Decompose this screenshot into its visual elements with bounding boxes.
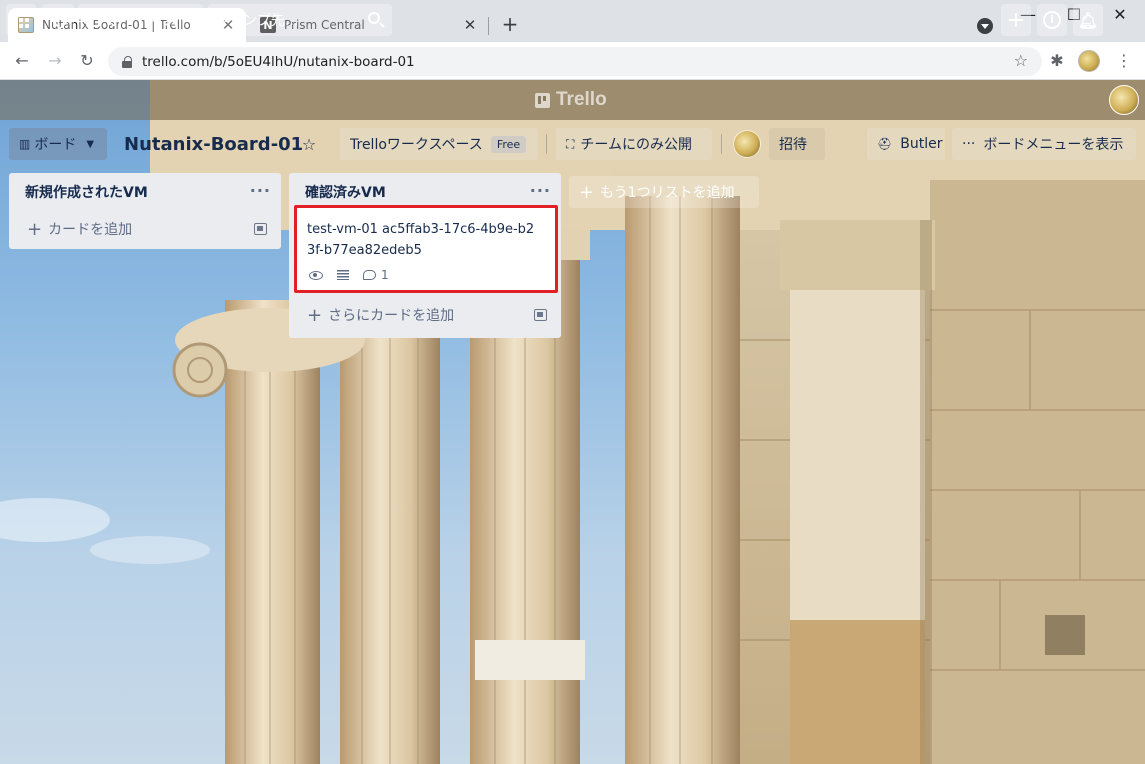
board-view-icon: ▥ <box>19 137 31 151</box>
board-menu-label: ボードメニューを表示 <box>983 137 1124 153</box>
card-template-icon[interactable] <box>534 309 547 321</box>
chevron-down-icon: ▼ <box>86 138 95 150</box>
workspace-button[interactable]: Trelloワークスペース Free <box>340 128 538 160</box>
card-badges: 1 <box>309 266 389 284</box>
jump-placeholder: ジャンプ先... <box>216 13 299 29</box>
add-card-button[interactable]: + さらにカードを追加 <box>289 297 561 333</box>
comment-count: 1 <box>381 267 389 282</box>
board-view-label: ボード <box>34 137 77 153</box>
invite-button[interactable]: 招待 <box>769 128 825 160</box>
visibility-label: チームにのみ公開 <box>580 137 692 153</box>
card-title: test-vm-01 ac5ffab3-17c6-4b9e-b23f-b77ea… <box>307 222 535 258</box>
user-avatar[interactable] <box>1109 85 1139 115</box>
eye-icon <box>309 270 323 280</box>
trello-logo-text: Trello <box>556 89 607 110</box>
star-board-button[interactable]: ☆ <box>294 128 324 160</box>
member-avatar[interactable] <box>733 130 761 158</box>
bookmark-star-icon[interactable]: ☆ <box>1014 51 1028 70</box>
header-divider <box>721 134 722 154</box>
plus-icon: + <box>1006 7 1026 33</box>
trello-logo-icon <box>535 92 550 108</box>
plus-icon: + <box>579 181 595 203</box>
info-icon: i <box>1043 11 1061 29</box>
list-title: 確認済みVM <box>305 185 386 201</box>
header-divider <box>546 134 547 154</box>
comment-icon <box>363 270 376 280</box>
more-icon: ··· <box>962 136 976 152</box>
tab-search-icon[interactable] <box>977 18 993 34</box>
workspace-label: Trelloワークスペース <box>350 137 483 153</box>
browser-profile-avatar[interactable] <box>1078 50 1100 72</box>
plus-icon: + <box>27 218 43 240</box>
invite-label: 招待 <box>779 137 807 153</box>
add-card-label: さらにカードを追加 <box>328 308 455 324</box>
boards-icon <box>86 13 100 27</box>
list-title: 新規作成されたVM <box>25 185 148 201</box>
board-title[interactable]: Nutanix-Board-01 <box>116 128 311 160</box>
url-text: trello.com/b/5oEU4lhU/nutanix-board-01 <box>142 53 415 70</box>
search-icon <box>368 12 380 24</box>
browser-menu-icon[interactable]: ⋮ <box>1112 49 1136 73</box>
lock-icon <box>122 55 132 68</box>
card-template-icon[interactable] <box>254 223 267 235</box>
home-button[interactable] <box>42 4 74 36</box>
board-view-switcher[interactable]: ▥ ボード ▼ <box>9 128 107 160</box>
board-menu-button[interactable]: ··· ボードメニューを表示 <box>952 128 1136 160</box>
reload-icon[interactable]: ↻ <box>75 49 99 73</box>
trello-logo[interactable]: Trello <box>535 88 607 112</box>
boards-label: ボードリスト <box>108 13 192 29</box>
address-bar[interactable]: trello.com/b/5oEU4lhU/nutanix-board-01 ☆ <box>108 47 1042 76</box>
team-visibility-icon: ⛶ <box>566 136 575 151</box>
plus-icon: + <box>307 304 323 326</box>
butler-icon: ⛑ <box>877 137 893 151</box>
new-tab-icon[interactable]: + <box>500 14 520 34</box>
list-menu-icon[interactable]: ··· <box>530 181 551 201</box>
back-icon[interactable]: ← <box>10 49 34 73</box>
workspace-plan-badge: Free <box>490 135 527 153</box>
create-button[interactable]: + <box>1001 4 1031 36</box>
list-header[interactable]: 新規作成されたVM ··· <box>9 173 281 211</box>
notifications-button[interactable]: 🔔︎ <box>1073 4 1103 36</box>
add-list-button[interactable]: + もう1つリストを追加 <box>569 176 759 208</box>
visibility-button[interactable]: ⛶ チームにのみ公開 <box>556 128 712 160</box>
add-card-button[interactable]: + カードを追加 <box>9 211 281 247</box>
browser-toolbar: ← → ↻ trello.com/b/5oEU4lhU/nutanix-boar… <box>0 42 1145 80</box>
list-new-vm: 新規作成されたVM ··· + カードを追加 <box>9 173 281 249</box>
star-icon: ☆ <box>301 134 317 154</box>
add-list-label: もう1つリストを追加 <box>600 185 735 201</box>
list-menu-icon[interactable]: ··· <box>250 181 271 201</box>
apps-button[interactable] <box>6 4 36 36</box>
boards-button[interactable]: ボードリスト <box>78 4 203 36</box>
butler-button[interactable]: ⛑ Butler <box>867 128 945 160</box>
add-card-label: カードを追加 <box>48 222 133 238</box>
home-icon <box>51 13 65 27</box>
tab-close-icon[interactable]: ✕ <box>462 17 478 33</box>
jump-search-input[interactable]: ジャンプ先... <box>208 4 392 36</box>
bell-icon: 🔔︎ <box>1077 10 1099 30</box>
butler-label: Butler <box>900 136 943 152</box>
forward-icon[interactable]: → <box>43 49 67 73</box>
apps-grid-icon <box>13 12 29 28</box>
description-icon <box>337 270 349 280</box>
card-test-vm-01[interactable]: test-vm-01 ac5ffab3-17c6-4b9e-b23f-b77ea… <box>294 205 558 293</box>
tab-separator <box>488 17 489 35</box>
extensions-icon[interactable]: ✱ <box>1045 49 1069 73</box>
close-window-icon[interactable]: ✕ <box>1108 4 1132 28</box>
info-button[interactable]: i <box>1037 4 1067 36</box>
